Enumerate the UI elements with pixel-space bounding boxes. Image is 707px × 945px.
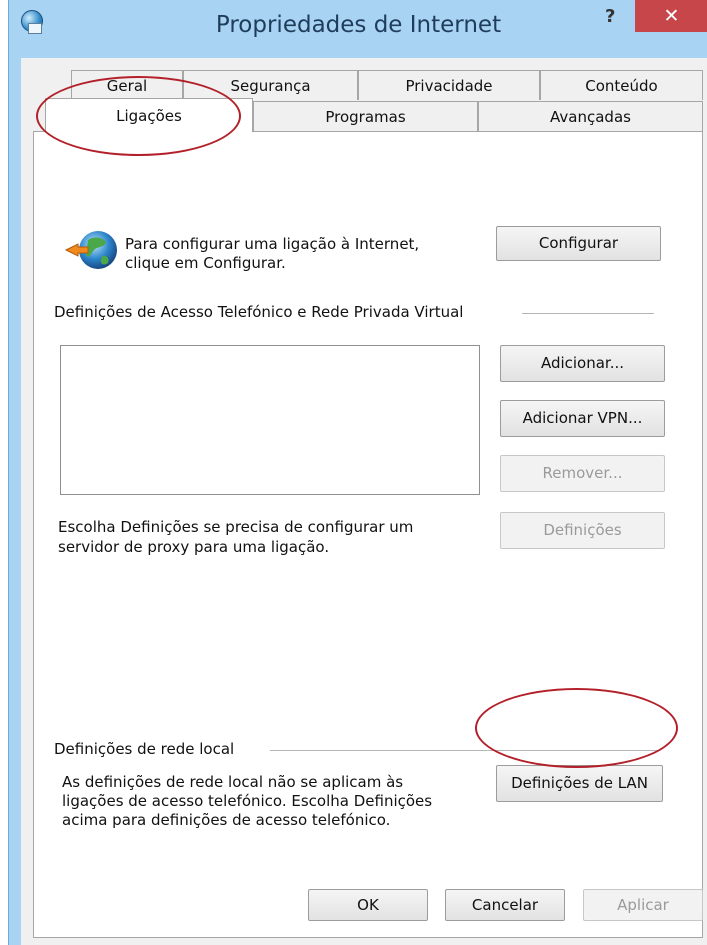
proxy-text-line2: servidor de proxy para uma ligação. [58, 538, 330, 556]
ligacoes-panel: Para configurar uma ligação à Internet, … [33, 131, 703, 938]
close-button[interactable]: ✕ [635, 0, 707, 32]
tab-seguranca[interactable]: Segurança [183, 70, 358, 100]
tab-privacidade[interactable]: Privacidade [358, 70, 540, 100]
internet-properties-window: Propriedades de Internet ? ✕ Geral Segur… [8, 0, 707, 945]
proxy-text-line1: Escolha Definições se precisa de configu… [58, 518, 414, 536]
tab-geral[interactable]: Geral [71, 70, 183, 100]
definicoes-de-lan-button[interactable]: Definições de LAN [496, 765, 663, 802]
help-button[interactable]: ? [605, 6, 615, 27]
remover-button[interactable]: Remover... [500, 455, 665, 492]
dialup-section-separator [522, 313, 654, 314]
tab-avancadas[interactable]: Avançadas [478, 101, 703, 131]
lan-section-label: Definições de rede local [54, 740, 235, 758]
window-title: Propriedades de Internet [215, 12, 502, 38]
close-icon: ✕ [663, 5, 680, 27]
lan-text-line1: As definições de rede local não se aplic… [62, 773, 404, 791]
adicionar-vpn-button[interactable]: Adicionar VPN... [500, 400, 665, 437]
title-bar[interactable]: Propriedades de Internet ? ✕ [9, 0, 707, 58]
lan-section-separator [270, 750, 658, 751]
internet-globe-icon [64, 231, 117, 269]
configurar-button[interactable]: Configurar [496, 226, 661, 261]
definicoes-button[interactable]: Definições [500, 512, 665, 549]
aplicar-button[interactable]: Aplicar [583, 889, 703, 921]
adicionar-button[interactable]: Adicionar... [500, 345, 665, 382]
dialog-client-area: Geral Segurança Privacidade Conteúdo Pro… [21, 58, 707, 945]
setup-text-line1: Para configurar uma ligação à Internet, [125, 235, 420, 253]
lan-text-line2: ligações de acesso telefónico. Escolha D… [62, 792, 433, 810]
cancelar-button[interactable]: Cancelar [445, 889, 565, 921]
ok-button[interactable]: OK [308, 889, 428, 921]
tab-programas[interactable]: Programas [253, 101, 478, 131]
lan-text-line3: acima para definições de acesso telefóni… [62, 811, 391, 829]
tab-conteudo[interactable]: Conteúdo [540, 70, 703, 100]
setup-text-line2: clique em Configurar. [125, 254, 286, 272]
connections-list[interactable] [60, 345, 480, 495]
dialup-section-label: Definições de Acesso Telefónico e Rede P… [54, 303, 464, 321]
tab-ligacoes[interactable]: Ligações [45, 98, 253, 132]
